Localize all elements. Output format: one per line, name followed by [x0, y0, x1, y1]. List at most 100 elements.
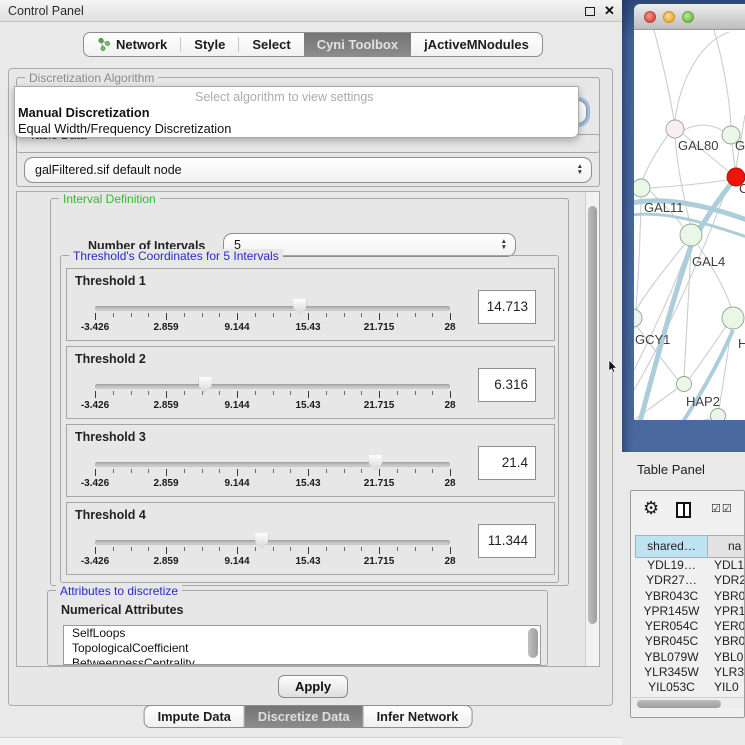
- column-header-shared[interactable]: shared…: [635, 535, 708, 558]
- attribute-betweennesscentrality[interactable]: BetweennessCentrality: [64, 656, 540, 665]
- cyni-toolbox-panel: Discretization Algorithm ▲▼ Select algor…: [8, 68, 613, 706]
- slider-track[interactable]: [95, 306, 450, 311]
- gear-icon[interactable]: ⚙: [643, 499, 659, 517]
- zoom-traffic-light-icon[interactable]: [682, 11, 694, 23]
- tick-mark: [308, 469, 309, 476]
- dropdown-prompt: Select algorithm to view settings: [15, 87, 578, 104]
- cell-shared-name: YPR145W: [635, 604, 708, 619]
- table-row[interactable]: YBR045CYBR0: [635, 634, 745, 649]
- panel-scrollbar[interactable]: [585, 192, 599, 666]
- threshold-value-field[interactable]: 14.713: [478, 290, 536, 324]
- table-row[interactable]: YDR27…YDR2: [635, 573, 745, 588]
- node-label: GCY1: [635, 332, 670, 347]
- dropdown-option-manual-discretization[interactable]: Manual Discretization: [15, 104, 578, 120]
- combo-stepper-icon[interactable]: ▲▼: [501, 234, 507, 256]
- float-window-icon[interactable]: [585, 7, 595, 16]
- tab-style[interactable]: Style: [181, 33, 238, 56]
- table-panel-title: Table Panel: [637, 462, 705, 477]
- apply-button[interactable]: Apply: [278, 675, 348, 698]
- slider-track[interactable]: [95, 462, 450, 467]
- tick-mark: [379, 313, 380, 320]
- tab-jactivemnodules[interactable]: jActiveMNodules: [411, 33, 542, 56]
- tick-label: 2.859: [136, 556, 196, 567]
- table-row[interactable]: YPR145WYPR1: [635, 604, 745, 619]
- control-panel-titlebar: Control Panel ✕: [0, 0, 622, 22]
- cell-shared-name: YDR27…: [635, 573, 708, 588]
- network-edge: [634, 185, 728, 390]
- network-node-gcy1[interactable]: [634, 309, 642, 327]
- bottom-tab-discretize-data[interactable]: Discretize Data: [244, 706, 363, 727]
- threshold-value-field[interactable]: 21.4: [478, 446, 536, 480]
- network-node-gal4[interactable]: [680, 224, 702, 246]
- slider-track[interactable]: [95, 384, 450, 389]
- tick-mark: [184, 391, 185, 395]
- bottom-tab-infer-network[interactable]: Infer Network: [363, 706, 472, 727]
- tick-mark: [379, 391, 380, 398]
- tick-mark: [415, 469, 416, 473]
- tick-label: 15.43: [278, 556, 338, 567]
- network-node-h[interactable]: [722, 307, 744, 329]
- dropdown-options: Manual DiscretizationEqual Width/Frequen…: [15, 104, 578, 136]
- scrollbar-thumb[interactable]: [588, 206, 597, 624]
- tick-label: 28: [420, 322, 480, 333]
- dropdown-option-equal-width-frequency-discretization[interactable]: Equal Width/Frequency Discretization: [15, 120, 578, 136]
- tab-select[interactable]: Select: [239, 33, 303, 56]
- tick-label: 2.859: [136, 322, 196, 333]
- network-node-gal11[interactable]: [634, 179, 650, 197]
- tick-mark: [361, 469, 362, 473]
- tab-cyni-toolbox[interactable]: Cyni Toolbox: [304, 33, 411, 56]
- slider-ticks: -3.4262.8599.14415.4321.71528: [95, 391, 450, 417]
- cell-name: YBL0: [708, 650, 743, 665]
- threshold-value-field[interactable]: 6.316: [478, 368, 536, 402]
- tick-mark: [131, 547, 132, 551]
- slider-track[interactable]: [95, 540, 450, 545]
- tick-mark: [148, 313, 149, 317]
- attribute-topologicalcoefficient[interactable]: TopologicalCoefficient: [64, 641, 540, 656]
- cell-name: YDR2: [708, 573, 745, 588]
- attribute-selfloops[interactable]: SelfLoops: [64, 626, 540, 641]
- node-label: HAP2: [686, 394, 720, 409]
- table-data-combobox[interactable]: galFiltered.sif default node ▲▼: [24, 157, 592, 183]
- tick-mark: [148, 391, 149, 395]
- tick-mark: [148, 469, 149, 473]
- numerical-attributes-list[interactable]: SelfLoopsTopologicalCoefficientBetweenne…: [63, 625, 541, 665]
- threshold-value-field[interactable]: 11.344: [478, 524, 536, 558]
- tick-mark: [273, 469, 274, 473]
- cell-shared-name: YER054C: [635, 619, 708, 634]
- table-row[interactable]: YDL19…YDL1: [635, 558, 745, 573]
- close-icon[interactable]: ✕: [604, 3, 615, 19]
- column-header-name[interactable]: na: [708, 535, 745, 558]
- horizontal-scrollbar[interactable]: [631, 697, 744, 708]
- tick-mark: [219, 547, 220, 551]
- tick-mark: [450, 469, 451, 476]
- table-row[interactable]: YBR043CYBR0: [635, 589, 745, 604]
- checkbox-icons[interactable]: ☑☑: [711, 502, 733, 515]
- slider-ticks: -3.4262.8599.14415.4321.71528: [95, 469, 450, 495]
- network-node[interactable]: [711, 409, 726, 421]
- list-scrollbar[interactable]: [528, 628, 538, 658]
- columns-icon[interactable]: [676, 502, 691, 518]
- table-row[interactable]: YLR345WYLR3: [635, 665, 745, 680]
- tick-mark: [290, 391, 291, 395]
- cell-shared-name: YBL079W: [635, 650, 708, 665]
- table-row[interactable]: YIL053CYIL0: [635, 680, 745, 692]
- bottom-tab-impute-data[interactable]: Impute Data: [145, 706, 244, 727]
- table-data-value: galFiltered.sif default node: [35, 163, 182, 177]
- tab-network[interactable]: Network: [84, 33, 180, 56]
- minimize-traffic-light-icon[interactable]: [663, 11, 675, 23]
- table-header-row: shared… na: [631, 535, 745, 558]
- network-node-hap2[interactable]: [677, 377, 692, 392]
- close-traffic-light-icon[interactable]: [644, 11, 656, 23]
- threshold-label: Threshold 1: [75, 274, 146, 288]
- network-canvas[interactable]: GAL80GCGAL11GAL4GCY1HHAP2: [634, 30, 745, 420]
- scrollbar-thumb[interactable]: [637, 700, 721, 708]
- threshold-box-threshold-3: Threshold 3-3.4262.8599.14415.4321.71528…: [66, 424, 555, 497]
- settings-scroll-panel: Interval Definition Number of Intervals …: [16, 191, 600, 667]
- combo-stepper-icon[interactable]: ▲▼: [577, 158, 583, 182]
- table-row[interactable]: YER054CYER0: [635, 619, 745, 634]
- tick-mark: [202, 469, 203, 473]
- table-row[interactable]: YBL079WYBL0: [635, 650, 745, 665]
- network-node-gal80[interactable]: [666, 120, 684, 138]
- tick-mark: [255, 391, 256, 395]
- tick-mark: [113, 547, 114, 551]
